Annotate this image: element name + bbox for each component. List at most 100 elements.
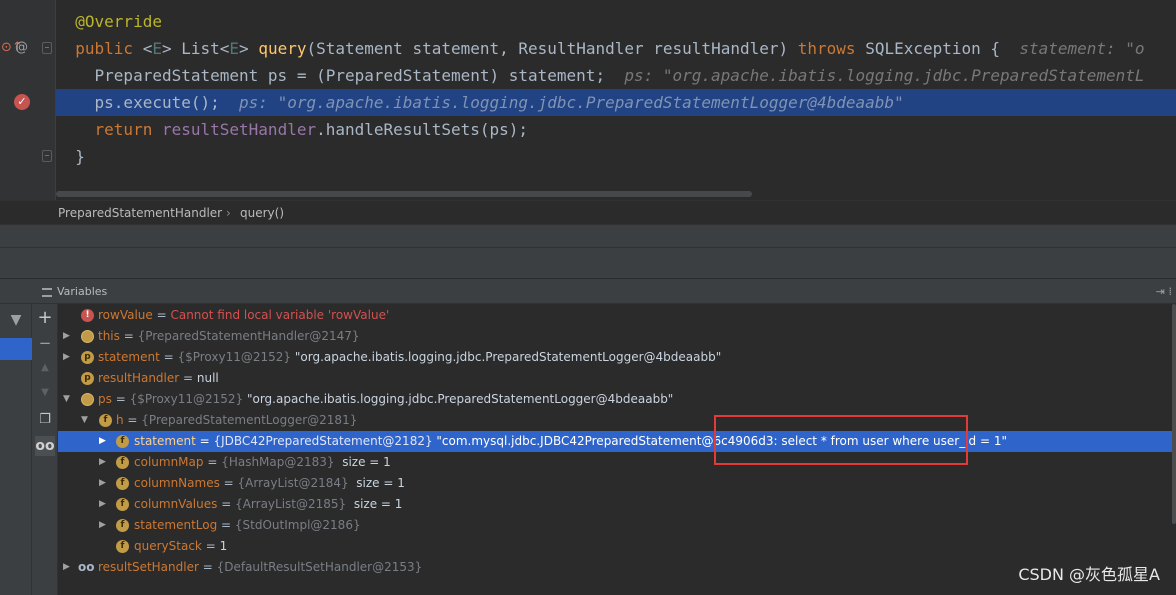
horizontal-scrollbar[interactable] [56,191,752,197]
var-name: rowValue [98,308,153,322]
tree-row[interactable]: f queryStack = 1 [58,536,1172,557]
tree-row-selected[interactable]: ▶ f statement = {JDBC42PreparedStatement… [58,431,1172,452]
breadcrumb-separator: › [226,206,231,220]
collapse-arrow-icon[interactable]: ▼ [81,410,88,431]
var-name: columnValues [134,497,218,511]
watermark: CSDN @灰色孤星A [1018,565,1160,584]
parameter-icon: p [81,351,94,364]
var-desc: {ArrayList@2185} [235,497,347,511]
breadcrumb: PreparedStatementHandler › query() [0,200,1176,224]
annotation-highlight-box [714,415,968,465]
expand-arrow-icon[interactable]: ▶ [63,326,70,347]
code-line-3: PreparedStatement ps = (PreparedStatemen… [56,62,1176,89]
watches-icon[interactable]: oo [35,436,55,456]
expand-arrow-icon[interactable]: ▶ [99,515,106,536]
inline-debug-hint: ps: "org.apache.ibatis.logging.jdbc.Prep… [624,66,1145,85]
var-name: statementLog [134,518,218,532]
var-value: Cannot find local variable 'rowValue' [170,308,390,322]
panel-corner-icons[interactable]: ⇥ ⁞ [1156,279,1172,305]
frames-panel-strip[interactable]: ▼ [0,304,32,595]
var-name: h [116,413,124,427]
expand-arrow-icon[interactable]: ▶ [99,494,106,515]
breadcrumb-class[interactable]: PreparedStatementHandler [58,201,222,225]
parameter-icon: p [81,372,94,385]
panel-title: Variables [57,285,108,298]
field-icon: f [99,414,112,427]
move-down-icon[interactable]: ▼ [35,383,55,403]
eq: = [217,497,236,511]
var-name: resultHandler [98,371,180,385]
tree-row[interactable]: ▶ f columnNames = {ArrayList@2184} size … [58,473,1172,494]
tree-row[interactable]: ▶ f statementLog = {StdOutImpl@2186} [58,515,1172,536]
code-editor[interactable]: ⊙↑ @ ✓ @Override public <E> List<E> quer… [0,0,1176,200]
var-value: size = 1 [348,476,405,490]
field-icon: f [116,435,129,448]
expand-arrow-icon[interactable]: ▶ [63,347,70,368]
eq: = [119,329,138,343]
var-name: resultSetHandler [98,560,199,574]
var-name: ps [98,392,112,406]
code-text: > List< [161,39,230,58]
var-desc: {DefaultResultSetHandler@2153} [216,560,423,574]
eq: = [159,350,178,364]
code-text: } [75,147,85,166]
var-name: queryStack [134,539,202,553]
tree-row[interactable]: ▶ f columnMap = {HashMap@2183} size = 1 [58,452,1172,473]
add-watch-icon[interactable]: + [35,308,55,328]
watch-icon: oo [78,560,95,574]
tree-row[interactable]: ▼ f h = {PreparedStatementLogger@2181} [58,410,1172,431]
var-value: "org.apache.ibatis.logging.jdbc.Prepared… [291,350,722,364]
tree-row[interactable]: ▼ ps = {$Proxy11@2152} "org.apache.ibati… [58,389,1172,410]
filter-icon[interactable]: ▼ [6,310,26,330]
code-text: SQLException { [855,39,1020,58]
breadcrumb-method[interactable]: query() [240,201,284,225]
eq: = [195,434,214,448]
editor-gutter[interactable]: ⊙↑ @ ✓ [0,0,56,200]
code-text: < [133,39,153,58]
copy-icon[interactable]: ❐ [35,410,55,430]
var-desc: {StdOutImpl@2186} [234,518,361,532]
tree-row[interactable]: p resultHandler = null [58,368,1172,389]
vertical-scrollbar[interactable] [1172,304,1176,595]
override-icon[interactable]: @ [15,41,28,54]
tree-row[interactable]: ▶ p statement = {$Proxy11@2152} "org.apa… [58,347,1172,368]
tree-row[interactable]: ! rowValue = Cannot find local variable … [58,305,1172,326]
remove-watch-icon[interactable]: − [35,333,55,353]
collapse-arrow-icon[interactable]: ▼ [63,389,70,410]
method-name: query [258,39,307,58]
panel-separator [0,248,1176,278]
debug-toolbar-band [0,224,1176,248]
move-up-icon[interactable]: ▲ [35,358,55,378]
eq: = [179,371,197,385]
fold-end-icon[interactable] [42,150,52,162]
expand-arrow-icon[interactable]: ▶ [99,431,106,452]
selected-frame[interactable] [0,338,32,360]
fold-icon[interactable] [42,42,52,54]
breakpoint-icon[interactable]: ✓ [14,94,30,110]
keyword: throws [797,39,856,58]
tree-row[interactable]: ▶ this = {PreparedStatementHandler@2147} [58,326,1172,347]
scroll-thumb[interactable] [1172,304,1176,524]
var-name: columnMap [134,455,204,469]
var-value: null [196,371,219,385]
var-name: columnNames [134,476,220,490]
var-value: "org.apache.ibatis.logging.jdbc.Prepared… [243,392,674,406]
expand-arrow-icon[interactable]: ▶ [99,452,106,473]
eq: = [111,392,130,406]
tree-row[interactable]: ▶ oo resultSetHandler = {DefaultResultSe… [58,557,1172,578]
keyword: return [94,120,153,139]
variables-tree[interactable]: ! rowValue = Cannot find local variable … [58,304,1172,595]
annotation-text: @Override [75,12,162,31]
code-line-1: @Override [56,8,1176,35]
var-desc: {HashMap@2183} [221,455,335,469]
expand-arrow-icon[interactable]: ▶ [63,557,70,578]
eq: = [123,413,142,427]
tree-row[interactable]: ▶ f columnValues = {ArrayList@2185} size… [58,494,1172,515]
var-value: size = 1 [346,497,403,511]
variables-panel-header: Variables ⇥ ⁞ [0,278,1176,304]
var-name: statement [134,434,196,448]
var-value: size = 1 [334,455,391,469]
expand-arrow-icon[interactable]: ▶ [99,473,106,494]
field-icon: f [116,456,129,469]
var-desc: {$Proxy11@2152} [129,392,244,406]
